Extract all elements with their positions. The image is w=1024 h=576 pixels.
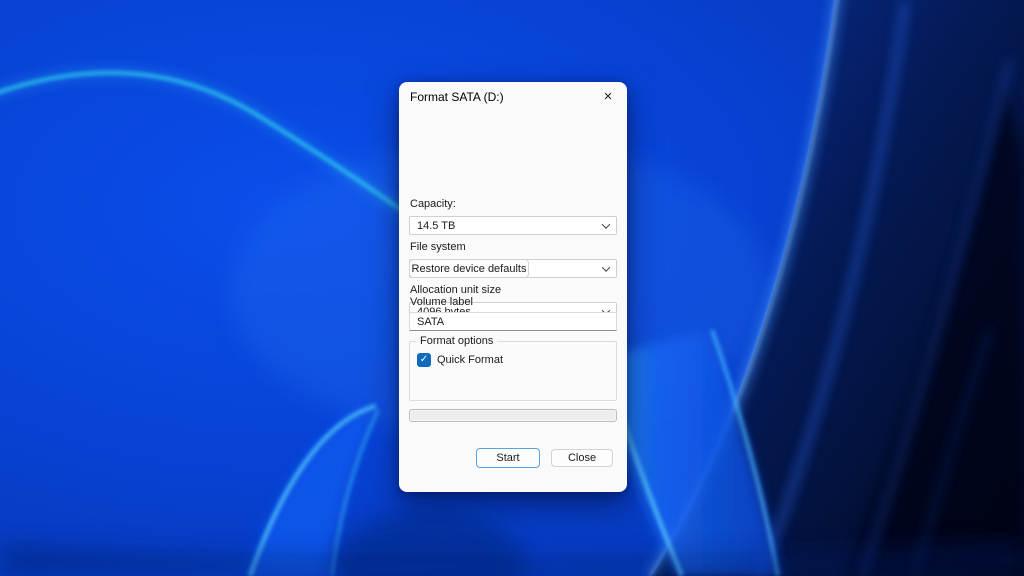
format-progress-bar <box>409 409 617 422</box>
dialog-title: Format SATA (D:) <box>410 90 504 104</box>
capacity-label: Capacity: <box>410 198 456 210</box>
restore-defaults-button[interactable]: Restore device defaults <box>409 259 529 278</box>
capacity-value: 14.5 TB <box>417 220 455 232</box>
format-options-group: Format options ✓ Quick Format <box>409 341 617 401</box>
file-system-label: File system <box>410 241 466 253</box>
format-dialog: Format SATA (D:) × Capacity: 14.5 TB Fil… <box>399 82 627 492</box>
allocation-unit-label: Allocation unit size <box>410 284 501 296</box>
checkbox-checked-icon[interactable]: ✓ <box>417 353 431 367</box>
close-button[interactable]: Close <box>551 449 613 467</box>
volume-label-input[interactable] <box>409 312 617 331</box>
volume-label: Volume label <box>410 296 473 308</box>
start-button[interactable]: Start <box>476 448 540 468</box>
chevron-down-icon <box>602 263 610 271</box>
quick-format-label: Quick Format <box>437 354 503 366</box>
chevron-down-icon <box>602 220 610 228</box>
format-options-legend: Format options <box>416 335 497 347</box>
quick-format-row[interactable]: ✓ Quick Format <box>417 353 503 367</box>
close-icon[interactable]: × <box>597 85 619 107</box>
desktop-wallpaper: Format SATA (D:) × Capacity: 14.5 TB Fil… <box>0 0 1024 576</box>
capacity-dropdown[interactable]: 14.5 TB <box>409 216 617 235</box>
